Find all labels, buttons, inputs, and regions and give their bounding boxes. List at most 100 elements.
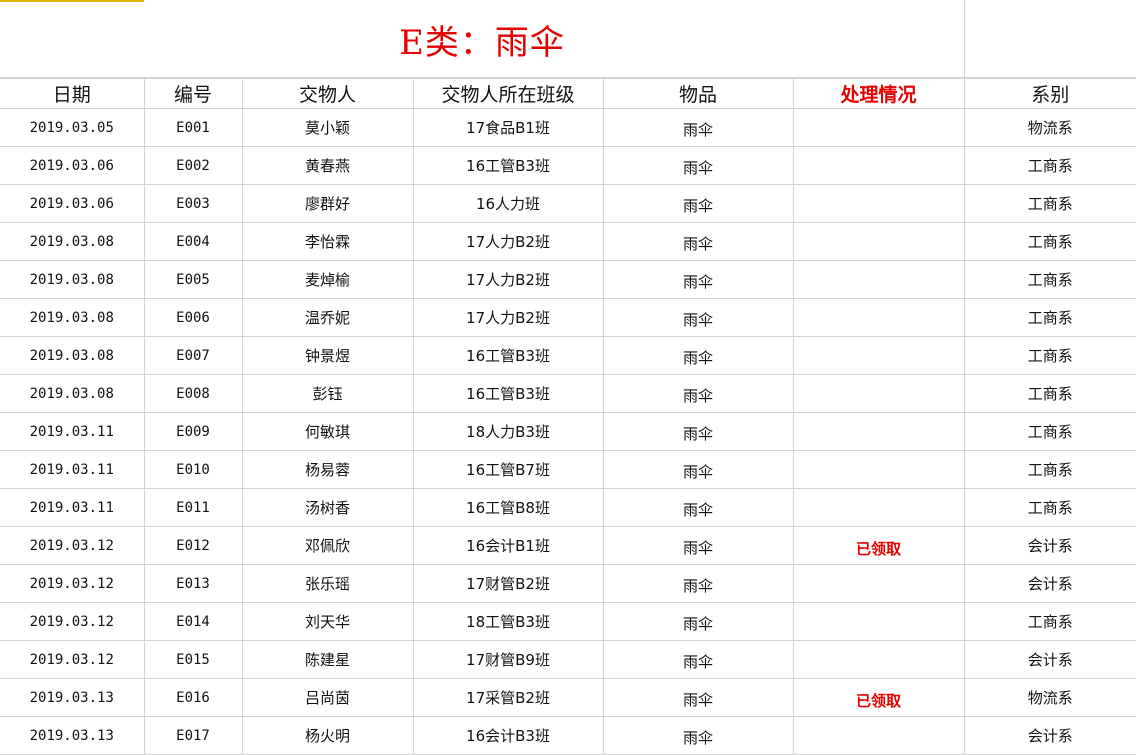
cell-department[interactable]: 工商系 <box>963 602 1136 641</box>
cell-status[interactable] <box>792 108 965 147</box>
cell-department[interactable]: 工商系 <box>963 260 1136 299</box>
cell-person[interactable]: 邓佩欣 <box>241 526 414 565</box>
cell-item[interactable]: 雨伞 <box>602 564 794 603</box>
cell-date[interactable]: 2019.03.12 <box>0 564 145 603</box>
cell-status[interactable] <box>792 716 965 755</box>
cell-date[interactable]: 2019.03.11 <box>0 450 145 489</box>
cell-date[interactable]: 2019.03.11 <box>0 412 145 451</box>
cell-item[interactable]: 雨伞 <box>602 526 794 565</box>
cell-person[interactable]: 刘天华 <box>241 602 414 641</box>
cell-department[interactable]: 工商系 <box>963 412 1136 451</box>
cell-status[interactable] <box>792 488 965 527</box>
cell-status[interactable] <box>792 146 965 185</box>
cell-date[interactable]: 2019.03.08 <box>0 336 145 375</box>
cell-item[interactable]: 雨伞 <box>602 450 794 489</box>
cell-person[interactable]: 陈建星 <box>241 640 414 679</box>
cell-date[interactable]: 2019.03.05 <box>0 108 145 147</box>
cell-item[interactable]: 雨伞 <box>602 222 794 261</box>
cell-date[interactable]: 2019.03.11 <box>0 488 145 527</box>
cell-person[interactable]: 麦焯榆 <box>241 260 414 299</box>
cell-department[interactable]: 工商系 <box>963 374 1136 413</box>
cell-department[interactable]: 会计系 <box>963 564 1136 603</box>
cell-class[interactable]: 16会计B3班 <box>412 716 604 755</box>
cell-status[interactable] <box>792 374 965 413</box>
cell-number[interactable]: E014 <box>143 602 243 641</box>
header-number[interactable]: 编号 <box>143 78 243 109</box>
cell-person[interactable]: 张乐瑶 <box>241 564 414 603</box>
cell-status[interactable] <box>792 412 965 451</box>
cell-item[interactable]: 雨伞 <box>602 640 794 679</box>
cell-department[interactable]: 工商系 <box>963 184 1136 223</box>
cell-class[interactable]: 16人力班 <box>412 184 604 223</box>
cell-status[interactable] <box>792 222 965 261</box>
cell-item[interactable]: 雨伞 <box>602 374 794 413</box>
cell-item[interactable]: 雨伞 <box>602 716 794 755</box>
cell-person[interactable]: 温乔妮 <box>241 298 414 337</box>
cell-class[interactable]: 17人力B2班 <box>412 222 604 261</box>
cell-item[interactable]: 雨伞 <box>602 602 794 641</box>
cell-date[interactable]: 2019.03.12 <box>0 640 145 679</box>
cell-class[interactable]: 16工管B3班 <box>412 336 604 375</box>
cell-item[interactable]: 雨伞 <box>602 488 794 527</box>
cell-item[interactable]: 雨伞 <box>602 336 794 375</box>
cell-date[interactable]: 2019.03.08 <box>0 260 145 299</box>
cell-person[interactable]: 何敏琪 <box>241 412 414 451</box>
cell-class[interactable]: 17人力B2班 <box>412 298 604 337</box>
cell-item[interactable]: 雨伞 <box>602 184 794 223</box>
cell-person[interactable]: 彭钰 <box>241 374 414 413</box>
cell-date[interactable]: 2019.03.08 <box>0 298 145 337</box>
cell-class[interactable]: 17采管B2班 <box>412 678 604 717</box>
cell-person[interactable]: 汤树香 <box>241 488 414 527</box>
cell-date[interactable]: 2019.03.12 <box>0 526 145 565</box>
cell-date[interactable]: 2019.03.06 <box>0 184 145 223</box>
cell-status[interactable] <box>792 640 965 679</box>
cell-item[interactable]: 雨伞 <box>602 678 794 717</box>
header-person[interactable]: 交物人 <box>241 78 414 109</box>
cell-department[interactable]: 工商系 <box>963 146 1136 185</box>
cell-department[interactable]: 会计系 <box>963 716 1136 755</box>
cell-department[interactable]: 工商系 <box>963 222 1136 261</box>
cell-number[interactable]: E011 <box>143 488 243 527</box>
header-department[interactable]: 系别 <box>963 78 1136 109</box>
cell-person[interactable]: 杨易蓉 <box>241 450 414 489</box>
cell-number[interactable]: E007 <box>143 336 243 375</box>
header-class[interactable]: 交物人所在班级 <box>412 78 604 109</box>
cell-class[interactable]: 18工管B3班 <box>412 602 604 641</box>
cell-person[interactable]: 莫小颖 <box>241 108 414 147</box>
cell-status[interactable] <box>792 184 965 223</box>
cell-item[interactable]: 雨伞 <box>602 412 794 451</box>
cell-status[interactable] <box>792 298 965 337</box>
cell-person[interactable]: 杨火明 <box>241 716 414 755</box>
cell-date[interactable]: 2019.03.06 <box>0 146 145 185</box>
cell-department[interactable]: 物流系 <box>963 678 1136 717</box>
cell-person[interactable]: 黄春燕 <box>241 146 414 185</box>
cell-number[interactable]: E009 <box>143 412 243 451</box>
cell-person[interactable]: 吕尚茵 <box>241 678 414 717</box>
cell-department[interactable]: 工商系 <box>963 450 1136 489</box>
cell-person[interactable]: 钟景煜 <box>241 336 414 375</box>
cell-class[interactable]: 16工管B3班 <box>412 374 604 413</box>
cell-number[interactable]: E006 <box>143 298 243 337</box>
cell-department[interactable]: 工商系 <box>963 298 1136 337</box>
cell-person[interactable]: 廖群好 <box>241 184 414 223</box>
title-empty-cell[interactable] <box>964 0 1136 78</box>
cell-number[interactable]: E004 <box>143 222 243 261</box>
cell-class[interactable]: 16工管B7班 <box>412 450 604 489</box>
cell-item[interactable]: 雨伞 <box>602 298 794 337</box>
cell-number[interactable]: E005 <box>143 260 243 299</box>
cell-status[interactable]: 已领取 <box>792 678 965 717</box>
cell-person[interactable]: 李怡霖 <box>241 222 414 261</box>
cell-item[interactable]: 雨伞 <box>602 260 794 299</box>
cell-status[interactable] <box>792 260 965 299</box>
cell-class[interactable]: 17人力B2班 <box>412 260 604 299</box>
cell-number[interactable]: E012 <box>143 526 243 565</box>
cell-date[interactable]: 2019.03.13 <box>0 678 145 717</box>
cell-class[interactable]: 17财管B2班 <box>412 564 604 603</box>
cell-department[interactable]: 物流系 <box>963 108 1136 147</box>
cell-number[interactable]: E002 <box>143 146 243 185</box>
cell-number[interactable]: E003 <box>143 184 243 223</box>
cell-status[interactable] <box>792 602 965 641</box>
cell-item[interactable]: 雨伞 <box>602 108 794 147</box>
cell-class[interactable]: 17财管B9班 <box>412 640 604 679</box>
cell-class[interactable]: 17食品B1班 <box>412 108 604 147</box>
